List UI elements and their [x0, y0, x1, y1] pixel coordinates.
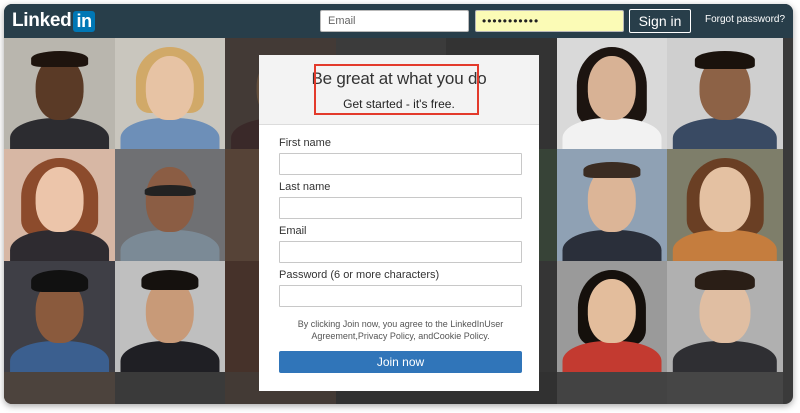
legal-notice: By clicking Join now, you agree to the L…	[279, 318, 522, 342]
forgot-password-link[interactable]: Forgot password?	[705, 14, 785, 25]
member-photo	[667, 38, 783, 149]
join-now-button[interactable]: Join now	[279, 351, 522, 373]
first-name-label: First name	[279, 137, 331, 149]
browser-window: Linked in Email ••••••••••• Sign in Forg…	[4, 4, 793, 404]
member-photo	[667, 261, 783, 372]
first-name-input[interactable]	[279, 153, 522, 175]
top-bar: Linked in Email ••••••••••• Sign in Forg…	[4, 4, 793, 38]
member-photo	[4, 149, 115, 261]
linkedin-logo[interactable]: Linked in	[12, 10, 95, 32]
member-photo	[115, 149, 225, 261]
member-photo	[4, 38, 115, 149]
password-label: Password (6 or more characters)	[279, 269, 440, 281]
signup-card: Be great at what you do Get started - it…	[259, 55, 539, 391]
legal-line-1: By clicking Join now, you agree to the L…	[297, 319, 504, 329]
last-name-label: Last name	[279, 181, 331, 193]
member-photo	[557, 149, 667, 261]
logo-in-badge: in	[73, 10, 95, 32]
last-name-input[interactable]	[279, 197, 522, 219]
member-photo	[667, 149, 783, 261]
member-photo	[115, 372, 225, 404]
password-input[interactable]	[279, 285, 522, 307]
member-photo	[115, 261, 225, 372]
email-input[interactable]	[279, 241, 522, 263]
logo-text: Linked	[12, 10, 72, 31]
member-photo	[557, 372, 667, 404]
member-photo	[4, 261, 115, 372]
signin-email-input[interactable]: Email	[320, 10, 469, 32]
member-photo	[4, 372, 115, 404]
legal-line-2: Agreement,Privacy Policy, andCookie Poli…	[311, 331, 490, 341]
member-photo	[115, 38, 225, 149]
member-photo	[667, 372, 783, 404]
highlight-annotation	[314, 64, 479, 115]
signin-password-input[interactable]: •••••••••••	[475, 10, 624, 32]
signup-card-header: Be great at what you do Get started - it…	[259, 55, 539, 125]
member-photo	[557, 261, 667, 372]
sign-in-button[interactable]: Sign in	[629, 9, 691, 33]
member-photo	[557, 38, 667, 149]
email-label: Email	[279, 225, 307, 237]
